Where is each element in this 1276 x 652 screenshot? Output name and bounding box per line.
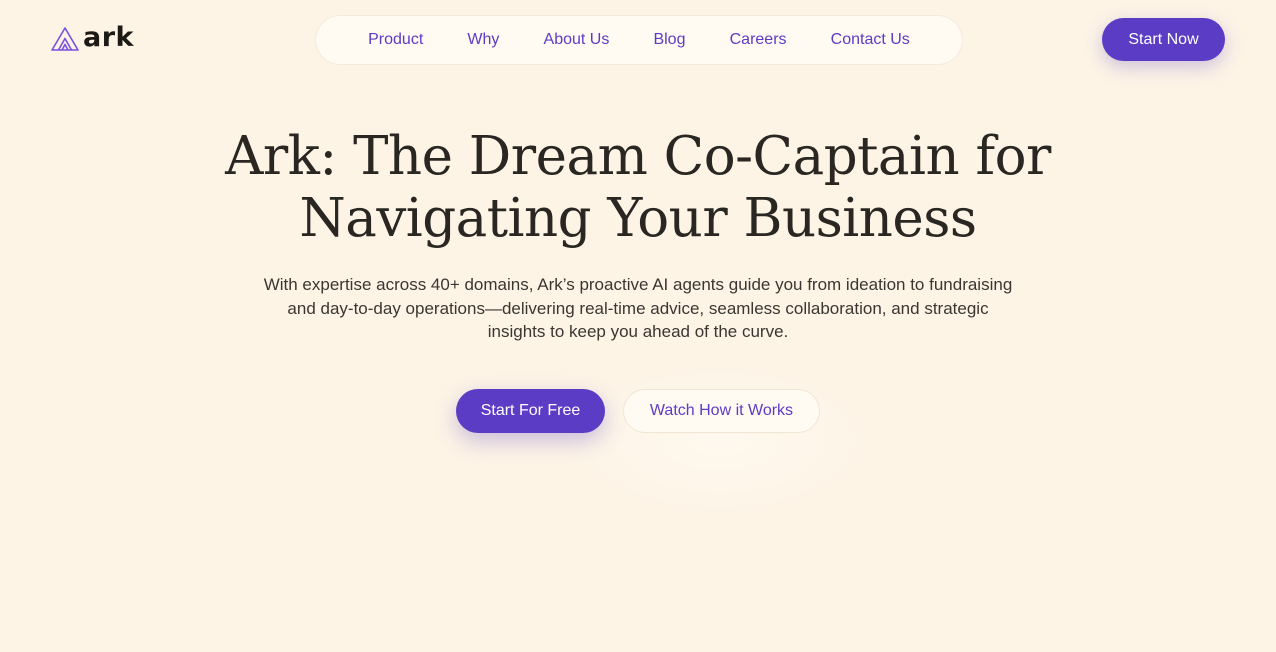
nav-item-careers[interactable]: Careers bbox=[730, 31, 787, 49]
nav-item-why[interactable]: Why bbox=[467, 31, 499, 49]
main-nav: Product Why About Us Blog Careers Contac… bbox=[316, 16, 962, 64]
watch-how-it-works-button[interactable]: Watch How it Works bbox=[623, 389, 820, 433]
hero-subtitle: With expertise across 40+ domains, Ark’s… bbox=[263, 275, 1013, 341]
hero-title: Ark: The Dream Co-Captain for Navigating… bbox=[0, 126, 1276, 250]
nav-item-blog[interactable]: Blog bbox=[653, 31, 685, 49]
brand-logo[interactable]: ark bbox=[51, 21, 134, 54]
nav-item-contact-us[interactable]: Contact Us bbox=[831, 31, 910, 49]
hero-title-line-2: Navigating Your Business bbox=[299, 188, 977, 249]
brand-name: ark bbox=[83, 21, 134, 53]
landing-page: ark Product Why About Us Blog Careers Co… bbox=[0, 0, 1276, 652]
hero-title-line-1: Ark: The Dream Co-Captain for bbox=[225, 126, 1051, 187]
ark-triangle-logo-icon bbox=[51, 27, 79, 51]
start-for-free-button[interactable]: Start For Free bbox=[456, 389, 605, 433]
nav-item-product[interactable]: Product bbox=[368, 31, 423, 49]
decorative-glow bbox=[560, 360, 880, 520]
start-now-button[interactable]: Start Now bbox=[1102, 18, 1225, 61]
nav-item-about-us[interactable]: About Us bbox=[544, 31, 610, 49]
